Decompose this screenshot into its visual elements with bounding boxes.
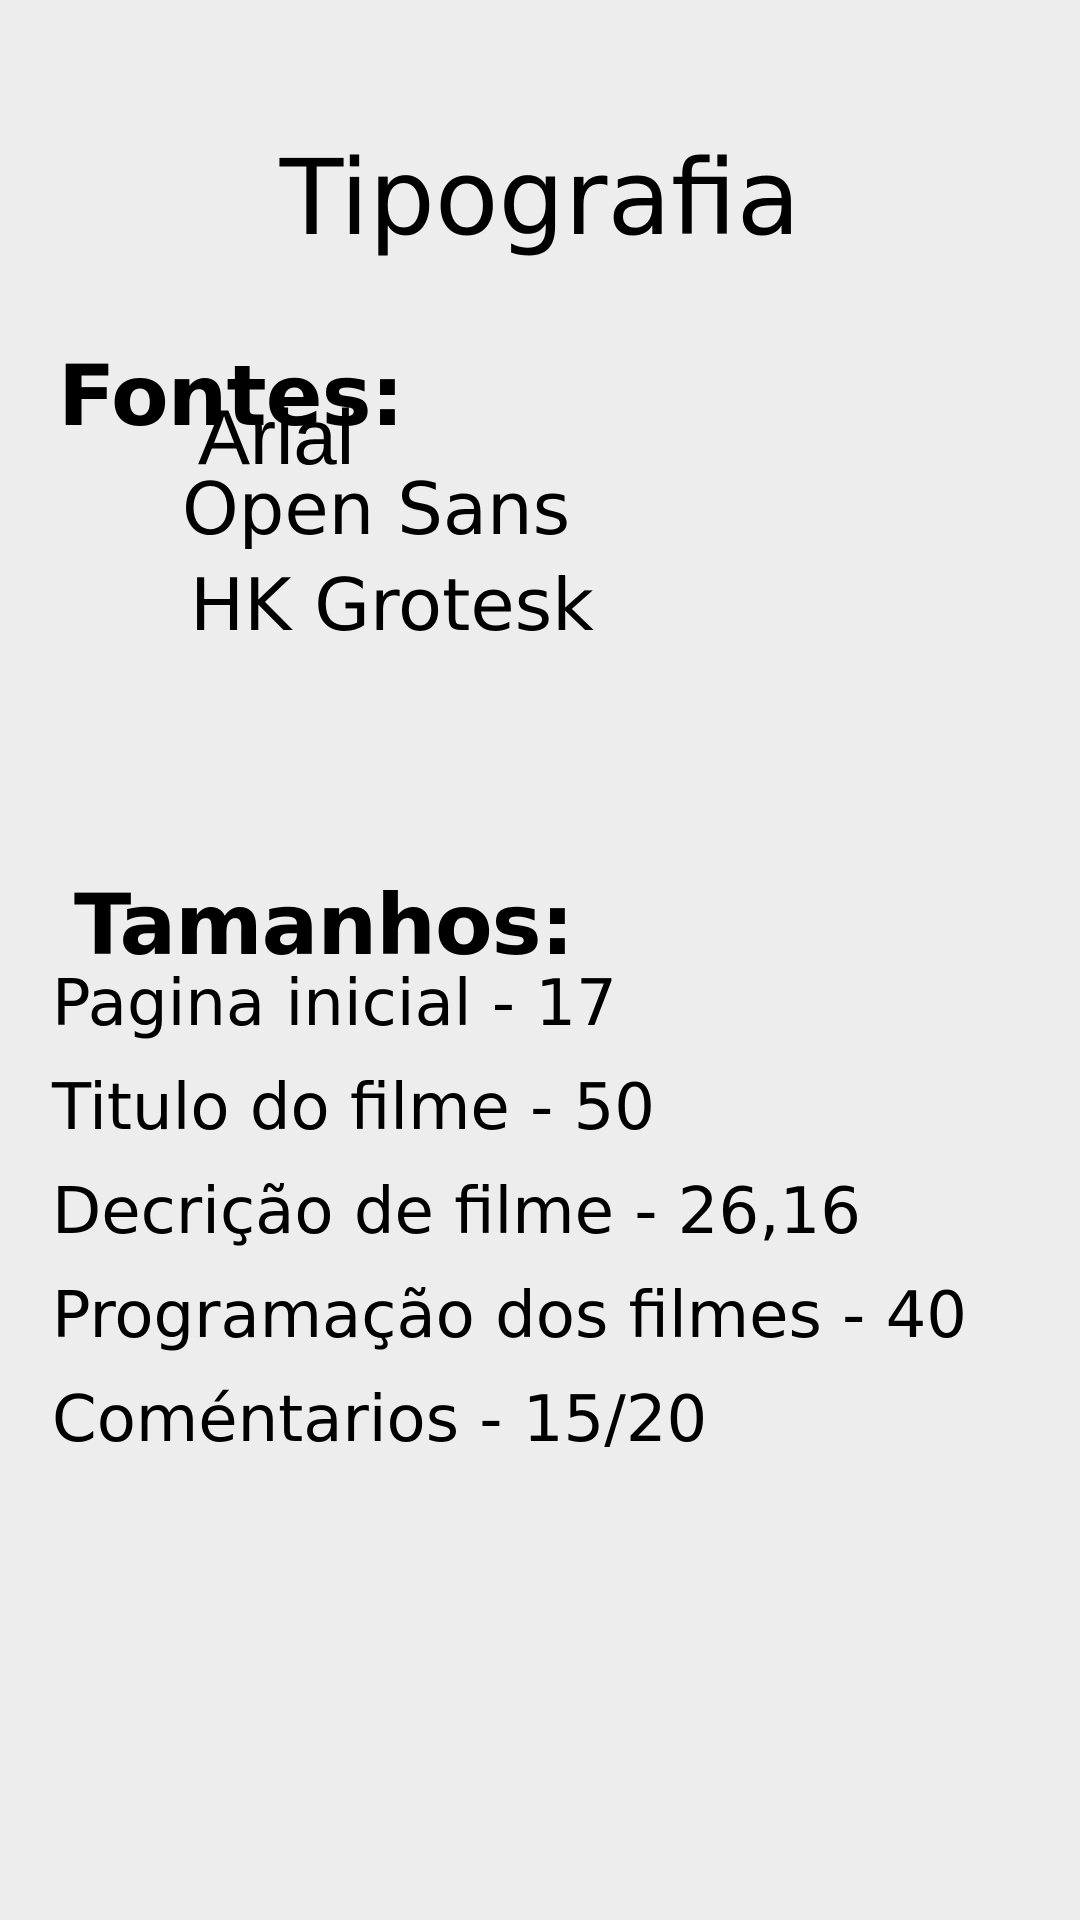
page-title: Tipografia — [279, 136, 801, 259]
size-item-movie-description: Decrição de filme - 26,16 — [52, 1175, 861, 1249]
size-item-movie-schedule: Programação dos filmes - 40 — [52, 1279, 967, 1353]
size-list: Pagina inicial - 17 Titulo do filme - 50… — [52, 962, 1052, 1482]
font-name-open-sans: Open Sans — [182, 467, 571, 551]
font-name-hk-grotesk: HK Grotesk — [190, 563, 594, 647]
size-item-comments: Coméntarios - 15/20 — [52, 1383, 708, 1457]
sizes-heading: Tamanhos: — [74, 875, 574, 974]
typography-page: Tipografia Fontes: Arial Open Sans HK Gr… — [0, 0, 1080, 1920]
size-item-movie-title: Titulo do filme - 50 — [52, 1071, 655, 1145]
size-item-home-page: Pagina inicial - 17 — [52, 967, 617, 1041]
